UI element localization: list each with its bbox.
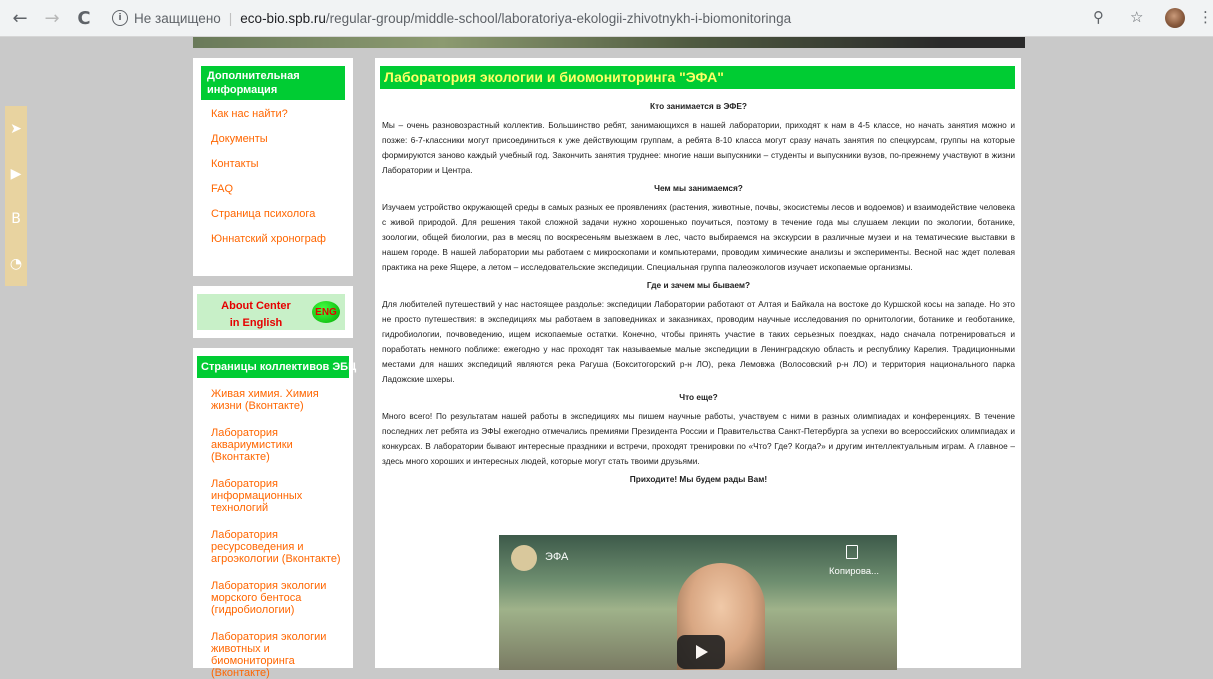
link-chronograph[interactable]: Юннатский хронограф [211, 233, 341, 245]
bookmark-star-icon[interactable]: ☆ [1130, 8, 1143, 26]
closing-line: Приходите! Мы будем рады Вам! [629, 474, 768, 484]
additional-info-links: Как нас найти? Документы Контакты FAQ Ст… [193, 100, 353, 268]
security-label: Не защищено [134, 10, 221, 26]
link-how-to-find[interactable]: Как нас найти? [211, 108, 341, 120]
vk-icon[interactable]: B [5, 196, 27, 241]
collectives-heading: Страницы коллективов ЭБЦ [197, 356, 356, 378]
page-title: Лаборатория экологии и биомониторинга "Э… [380, 66, 1015, 89]
copy-link-label[interactable]: Копирова... [829, 566, 879, 577]
additional-info-heading: Дополнительная информация [201, 66, 345, 100]
video-title[interactable]: ЭФА [545, 551, 568, 563]
info-icon[interactable]: i [112, 10, 128, 26]
link-psychologist-page[interactable]: Страница психолога [211, 208, 341, 220]
forward-icon[interactable]: → [40, 6, 64, 30]
about-center-line2: in English [229, 317, 283, 329]
about-center-label: About Center in English [221, 298, 291, 332]
eng-badge: ENG [312, 301, 340, 323]
link-aquarium-lab[interactable]: Лаборатория аквариумистики (Вконтакте) [211, 427, 345, 463]
copy-link-icon[interactable] [846, 545, 858, 559]
main-content: Лаборатория экологии и биомониторинга "Э… [375, 58, 1021, 670]
section-heading-what: Чем мы занимаемся? [654, 183, 743, 193]
play-icon[interactable]: ▶ [5, 151, 27, 196]
zoom-icon[interactable]: ⚲ [1093, 8, 1104, 26]
profile-avatar[interactable] [1165, 8, 1185, 28]
link-contacts[interactable]: Контакты [211, 158, 341, 170]
paragraph-more: Много всего! По результатам нашей работы… [382, 411, 1015, 466]
paragraph-where: Для любителей путешествий у нас настояще… [382, 299, 1015, 384]
share-arrow-icon[interactable]: ➤ [5, 106, 27, 151]
link-marine-benthos-lab[interactable]: Лаборатория экологии морского бентоса (г… [211, 580, 345, 616]
about-center-line1: About Center [221, 300, 291, 312]
additional-info-box: Дополнительная информация Как нас найти?… [193, 58, 353, 276]
url-host: eco-bio.spb.ru [240, 10, 326, 26]
section-heading-where: Где и зачем мы бываем? [646, 280, 751, 290]
link-documents[interactable]: Документы [211, 133, 341, 145]
address-bar[interactable]: i Не защищено | eco-bio.spb.ru/regular-g… [100, 5, 1160, 31]
browser-toolbar: ← → C i Не защищено | eco-bio.spb.ru/reg… [0, 0, 1213, 37]
section-heading-who: Кто занимается в ЭФЕ? [650, 101, 747, 111]
browser-menu-icon[interactable]: ⋮ [1198, 8, 1213, 26]
english-version-box: About Center in English ENG [193, 286, 353, 338]
section-heading-more: Что еще? [679, 392, 718, 402]
link-animal-ecology-lab[interactable]: Лаборатория экологии животных и биомонит… [211, 631, 345, 679]
collectives-box: Страницы коллективов ЭБЦ Живая химия. Хи… [193, 348, 356, 679]
back-icon[interactable]: ← [8, 6, 32, 30]
paragraph-what: Изучаем устройство окружающей среды в са… [382, 202, 1015, 272]
about-center-english-banner[interactable]: About Center in English ENG [197, 294, 345, 330]
clock-icon[interactable]: ◔ [5, 241, 27, 286]
article-body: Кто занимается в ЭФЕ? Мы – очень разново… [382, 96, 1015, 491]
paragraph-who: Мы – очень разновозрастный коллектив. Бо… [382, 120, 1015, 175]
embedded-video[interactable]: ЭФА Копирова... [499, 535, 897, 670]
header-banner-image [193, 37, 1025, 48]
play-button-icon[interactable] [677, 635, 725, 669]
channel-avatar[interactable] [511, 545, 537, 571]
url-path: /regular-group/middle-school/laboratoriy… [325, 10, 792, 26]
social-side-panel: ➤ ▶ B ◔ [5, 106, 27, 286]
link-living-chemistry[interactable]: Живая химия. Химия жизни (Вконтакте) [211, 388, 345, 412]
link-faq[interactable]: FAQ [211, 183, 341, 195]
link-it-lab[interactable]: Лаборатория информационных технологий [211, 478, 345, 514]
link-agroecology-lab[interactable]: Лаборатория ресурсоведения и агроэкологи… [211, 529, 345, 565]
collectives-links: Живая химия. Химия жизни (Вконтакте) Лаб… [193, 378, 353, 679]
reload-icon[interactable]: C [72, 6, 96, 30]
url-separator: | [228, 10, 233, 26]
